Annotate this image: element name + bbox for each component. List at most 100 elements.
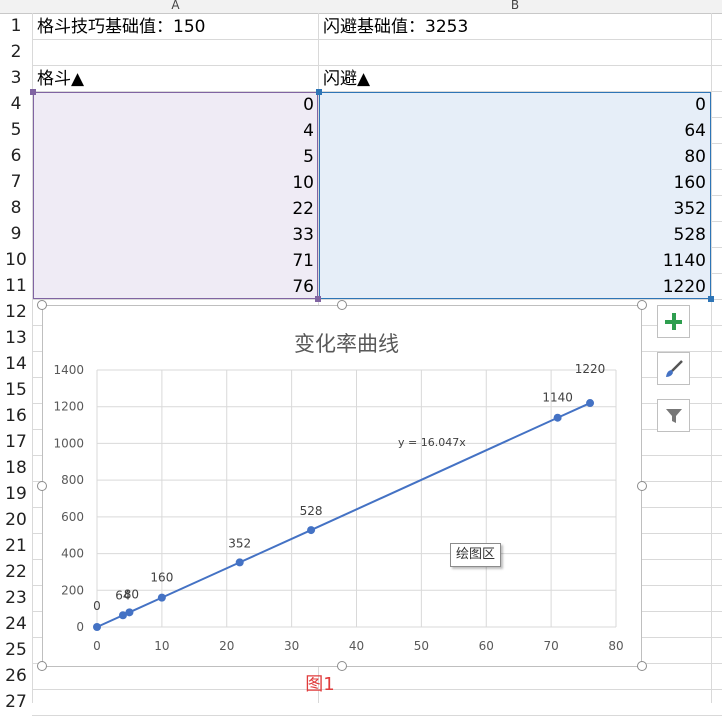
data-label: 1140 (542, 391, 573, 405)
cell-shanbi-value[interactable]: 528 (320, 222, 706, 248)
row-number[interactable]: 15 (0, 377, 32, 403)
y-tick-label: 1400 (53, 363, 84, 377)
column-gridline (711, 13, 712, 703)
y-tick-label: 200 (61, 583, 84, 597)
y-tick-label: 600 (61, 510, 84, 524)
row-gridline (32, 689, 722, 690)
cell-gedou-value[interactable]: 76 (34, 274, 314, 300)
y-tick-label: 1000 (53, 436, 84, 450)
cell-a1[interactable]: 格斗技巧基础值：150 (37, 14, 205, 40)
chart-filters-button[interactable] (657, 399, 690, 432)
row-number[interactable]: 2 (0, 39, 32, 65)
row-number[interactable]: 8 (0, 195, 32, 221)
y-tick-label: 800 (61, 473, 84, 487)
chart-resize-handle[interactable] (37, 661, 47, 671)
x-tick-label: 60 (479, 639, 494, 653)
cell-gedou-value[interactable]: 5 (34, 144, 314, 170)
plot-area-tooltip: 绘图区 (450, 543, 502, 567)
cell-gedou-value[interactable]: 4 (34, 118, 314, 144)
x-tick-label: 0 (93, 639, 101, 653)
row-number[interactable]: 19 (0, 481, 32, 507)
row-number[interactable]: 11 (0, 273, 32, 299)
range-b-handle[interactable] (708, 296, 714, 302)
column-header-b[interactable]: B (319, 0, 711, 13)
x-tick-label: 20 (219, 639, 234, 653)
chart-title: 变化率曲线 (294, 332, 399, 356)
data-label: 0 (93, 599, 101, 613)
series-line (96, 402, 591, 628)
cell-shanbi-value[interactable]: 1140 (320, 248, 706, 274)
chart-elements-button[interactable] (657, 305, 690, 338)
cell-gedou-value[interactable]: 0 (34, 92, 314, 118)
row-number[interactable]: 22 (0, 559, 32, 585)
x-tick-label: 40 (349, 639, 364, 653)
data-label: 1220 (575, 362, 606, 376)
x-tick-label: 50 (414, 639, 429, 653)
data-point (586, 399, 595, 408)
chart-resize-handle[interactable] (637, 481, 647, 491)
chart-resize-handle[interactable] (37, 481, 47, 491)
cell-b3[interactable]: 闪避▲ (323, 66, 370, 92)
row-number[interactable]: 25 (0, 637, 32, 663)
data-label: 528 (300, 504, 323, 518)
plus-icon (665, 313, 682, 330)
cell-shanbi-value[interactable]: 160 (320, 170, 706, 196)
chart-resize-handle[interactable] (637, 300, 647, 310)
chart-resize-handle[interactable] (37, 300, 47, 310)
cell-gedou-value[interactable]: 33 (34, 222, 314, 248)
row-number[interactable]: 1 (0, 13, 32, 39)
cell-shanbi-value[interactable]: 80 (320, 144, 706, 170)
cell-shanbi-value[interactable]: 0 (320, 92, 706, 118)
row-number[interactable]: 24 (0, 611, 32, 637)
x-tick-label: 80 (608, 639, 623, 653)
cell-shanbi-value[interactable]: 352 (320, 196, 706, 222)
brush-icon (666, 360, 683, 377)
x-tick-label: 10 (154, 639, 169, 653)
row-number[interactable]: 5 (0, 117, 32, 143)
chart-resize-handle[interactable] (637, 661, 647, 671)
row-number[interactable]: 17 (0, 429, 32, 455)
row-number[interactable]: 6 (0, 143, 32, 169)
data-point (93, 623, 101, 631)
row-number[interactable]: 12 (0, 299, 32, 325)
row-number[interactable]: 3 (0, 65, 32, 91)
row-number[interactable]: 13 (0, 325, 32, 351)
trendline-equation: y = 16.047x (398, 436, 466, 449)
row-number[interactable]: 20 (0, 507, 32, 533)
cell-gedou-value[interactable]: 10 (34, 170, 314, 196)
row-number[interactable]: 27 (0, 689, 32, 715)
row-number[interactable]: 23 (0, 585, 32, 611)
row-number[interactable]: 14 (0, 351, 32, 377)
y-tick-label: 1200 (53, 400, 84, 414)
cell-shanbi-value[interactable]: 1220 (320, 274, 706, 300)
row-number[interactable]: 4 (0, 91, 32, 117)
filter-icon (666, 409, 682, 423)
column-header-a[interactable]: A (33, 0, 318, 13)
cell-gedou-value[interactable]: 22 (34, 196, 314, 222)
cell-shanbi-value[interactable]: 64 (320, 118, 706, 144)
row-number[interactable]: 21 (0, 533, 32, 559)
chart-area[interactable]: 变化率曲线 0 200 400 600 800 1000 1200 1400 0 10 20 30 40 5… (42, 305, 642, 667)
cell-a3[interactable]: 格斗▲ (37, 66, 84, 92)
cell-gedou-value[interactable]: 71 (34, 248, 314, 274)
scatter-chart[interactable]: 变化率曲线02004006008001000120014000 10 20 30 40 5… (43, 306, 643, 668)
figure-caption: 图1 (305, 674, 335, 695)
row-number[interactable]: 26 (0, 663, 32, 689)
row-number[interactable]: 9 (0, 221, 32, 247)
y-tick-label: 0 (76, 620, 84, 634)
chart-styles-button[interactable] (657, 352, 690, 385)
row-number[interactable]: 16 (0, 403, 32, 429)
row-number[interactable]: 10 (0, 247, 32, 273)
data-label: 80 (124, 587, 139, 601)
cell-b1[interactable]: 闪避基础值：3253 (323, 14, 468, 40)
row-number[interactable]: 7 (0, 169, 32, 195)
data-point (235, 558, 244, 567)
row-number[interactable]: 18 (0, 455, 32, 481)
data-point (157, 593, 166, 602)
x-tick-label: 30 (284, 639, 299, 653)
row-gridline (32, 65, 722, 66)
data-label: 160 (150, 571, 173, 585)
chart-resize-handle[interactable] (337, 300, 347, 310)
data-point (307, 526, 316, 535)
data-label: 352 (228, 536, 251, 550)
